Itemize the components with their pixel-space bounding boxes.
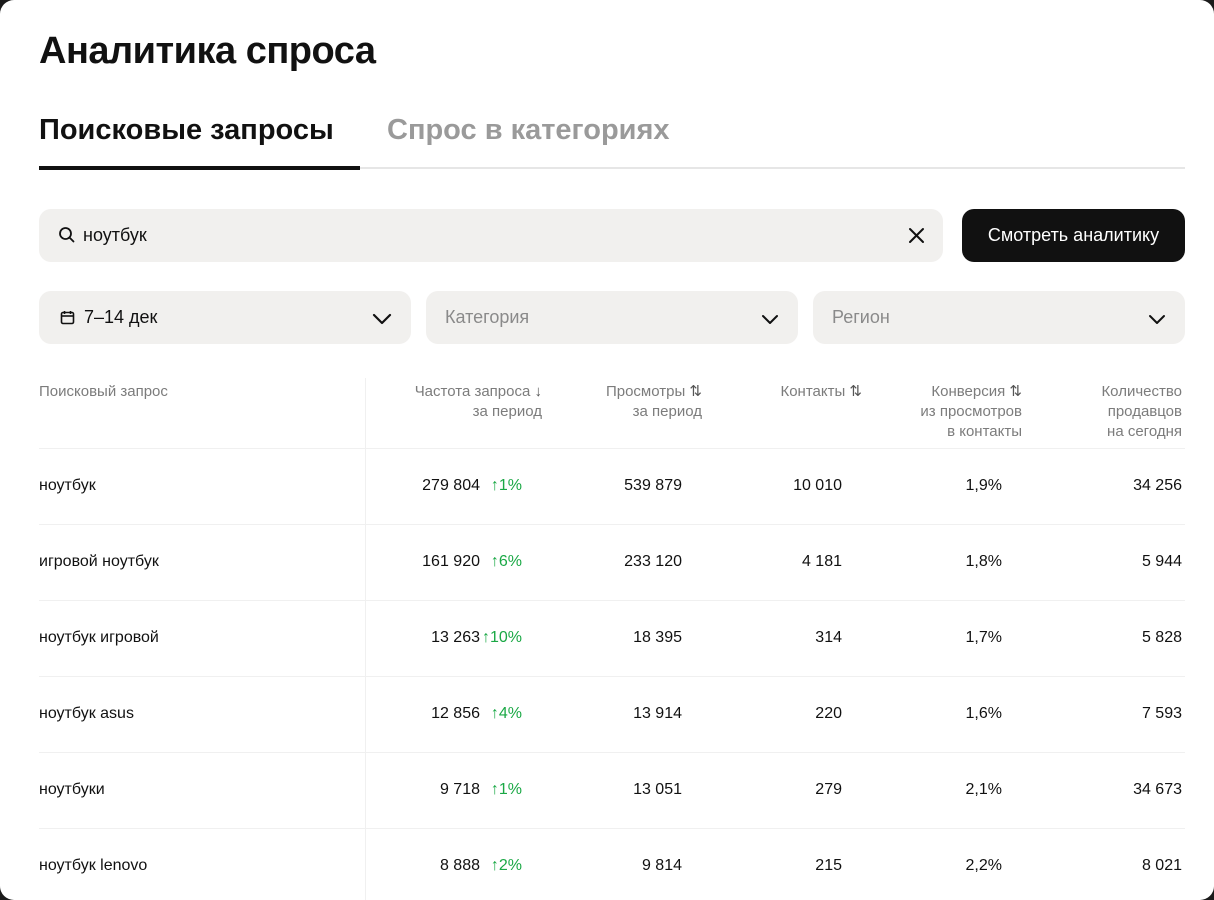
calendar-icon	[60, 310, 75, 330]
search-queries-table: Поисковый запрос Частота запроса ↓ за пе…	[39, 378, 1185, 900]
view-analytics-button[interactable]: Смотреть аналитику	[962, 209, 1185, 262]
search-input[interactable]	[83, 209, 883, 262]
cell-views: 539 879	[624, 477, 682, 494]
cell-frequency: 161 920	[422, 553, 480, 570]
header-views-line1: Просмотры	[605, 383, 686, 400]
header-conversion-line3: в контакты	[947, 423, 1022, 440]
cell-frequency: 13 263	[431, 629, 480, 646]
cell-contacts: 220	[815, 705, 842, 722]
header-query: Поисковый запрос	[39, 383, 168, 400]
cell-sellers: 8 021	[1141, 857, 1182, 874]
header-contacts-line1: Контакты	[780, 383, 846, 400]
header-conversion-line1: Конверсия	[931, 383, 1006, 400]
cell-conversion: 1,6%	[965, 705, 1002, 722]
table-row[interactable]: ноутбук lenovo 8 888 ↑2% 9 814 215 2,2% 8 021	[39, 828, 1185, 900]
table-header: Поисковый запрос Частота запроса ↓ за пе…	[39, 378, 1185, 448]
header-sellers-line2: продавцов	[1107, 403, 1182, 420]
header-views[interactable]: Просмотры ⇅ за период	[606, 382, 702, 422]
chevron-down-icon	[761, 312, 779, 330]
cell-views: 233 120	[624, 553, 682, 570]
cell-conversion: 1,7%	[965, 629, 1002, 646]
cell-contacts: 314	[815, 629, 842, 646]
table-row[interactable]: ноутбук игровой 13 263 ↑10% 18 395 314 1,7% 5 …	[39, 600, 1185, 676]
cell-views: 9 814	[641, 857, 682, 874]
cell-frequency: 12 856	[431, 705, 480, 722]
cell-frequency: 279 804	[422, 477, 480, 494]
header-sellers-line3: на сегодня	[1107, 423, 1182, 440]
cell-frequency: 8 888	[439, 857, 480, 874]
header-views-line2: за период	[632, 403, 702, 420]
category-select[interactable]: Категория	[426, 291, 798, 344]
chevron-down-icon	[1148, 312, 1166, 330]
cell-growth: ↑4%	[490, 705, 522, 722]
cell-contacts: 279	[815, 781, 842, 798]
cell-contacts: 10 010	[793, 477, 842, 494]
cell-sellers: 5 944	[1141, 553, 1182, 570]
sort-desc-icon: ↓	[534, 383, 543, 400]
header-conversion[interactable]: Конверсия ⇅ из просмотров в контакты	[920, 382, 1022, 442]
region-select[interactable]: Регион	[813, 291, 1185, 344]
table-body: ноутбук 279 804 ↑1% 539 879 10 010 1,9% 34 256…	[39, 448, 1185, 900]
cell-views: 18 395	[633, 629, 682, 646]
category-placeholder: Категория	[445, 307, 530, 327]
search-icon	[58, 226, 76, 249]
cell-sellers: 34 256	[1133, 477, 1182, 494]
date-range-value: 7–14 дек	[84, 307, 158, 327]
page-title: Аналитика спроса	[39, 30, 376, 72]
date-range-select[interactable]: 7–14 дек	[39, 291, 411, 344]
cell-views: 13 914	[633, 705, 682, 722]
cell-views: 13 051	[633, 781, 682, 798]
table-row[interactable]: игровой ноутбук 161 920 ↑6% 233 120 4 181 1,8…	[39, 524, 1185, 600]
sort-icon: ⇅	[1009, 383, 1022, 400]
header-contacts[interactable]: Контакты ⇅	[780, 382, 862, 402]
tab-category-demand[interactable]: Спрос в категориях	[387, 114, 670, 147]
chevron-down-icon	[372, 312, 392, 330]
cell-sellers: 34 673	[1133, 781, 1182, 798]
header-frequency-line2: за период	[472, 403, 542, 420]
cell-query: ноутбук lenovo	[39, 857, 148, 874]
cell-growth: ↑1%	[490, 781, 522, 798]
cell-conversion: 2,1%	[965, 781, 1002, 798]
table-row[interactable]: ноутбук asus 12 856 ↑4% 13 914 220 1,6% 7 593	[39, 676, 1185, 752]
table-row[interactable]: ноутбук 279 804 ↑1% 539 879 10 010 1,9% 34 256	[39, 448, 1185, 524]
header-conversion-line2: из просмотров	[920, 403, 1022, 420]
cell-growth: ↑10%	[481, 629, 522, 646]
sort-icon: ⇅	[849, 383, 862, 400]
cell-contacts: 215	[815, 857, 842, 874]
cell-query: ноутбуки	[39, 781, 105, 798]
tab-search-queries[interactable]: Поисковые запросы	[39, 114, 334, 147]
cell-sellers: 5 828	[1141, 629, 1182, 646]
region-placeholder: Регион	[832, 307, 890, 327]
search-field	[39, 209, 943, 262]
cell-query: ноутбук asus	[39, 705, 134, 722]
cell-query: игровой ноутбук	[39, 553, 159, 570]
close-icon[interactable]	[908, 227, 925, 249]
cell-query: ноутбук игровой	[39, 629, 159, 646]
cell-conversion: 1,8%	[965, 553, 1002, 570]
cell-growth: ↑6%	[490, 553, 522, 570]
cell-frequency: 9 718	[439, 781, 480, 798]
active-tab-indicator	[39, 166, 360, 170]
header-frequency[interactable]: Частота запроса ↓ за период	[415, 382, 542, 422]
sort-icon: ⇅	[689, 383, 702, 400]
cell-growth: ↑1%	[490, 477, 522, 494]
header-sellers-line1: Количество	[1101, 383, 1182, 400]
header-frequency-line1: Частота запроса	[414, 383, 531, 400]
header-sellers: Количество продавцов на сегодня	[1101, 382, 1182, 442]
cell-contacts: 4 181	[801, 553, 842, 570]
cell-conversion: 2,2%	[965, 857, 1002, 874]
cell-growth: ↑2%	[490, 857, 522, 874]
analytics-card: Аналитика спроса Поисковые запросы Спрос…	[0, 0, 1214, 900]
cell-sellers: 7 593	[1141, 705, 1182, 722]
cell-conversion: 1,9%	[965, 477, 1002, 494]
table-row[interactable]: ноутбуки 9 718 ↑1% 13 051 279 2,1% 34 673	[39, 752, 1185, 828]
cell-query: ноутбук	[39, 477, 96, 494]
tab-bar: Поисковые запросы Спрос в категориях	[39, 110, 1185, 170]
